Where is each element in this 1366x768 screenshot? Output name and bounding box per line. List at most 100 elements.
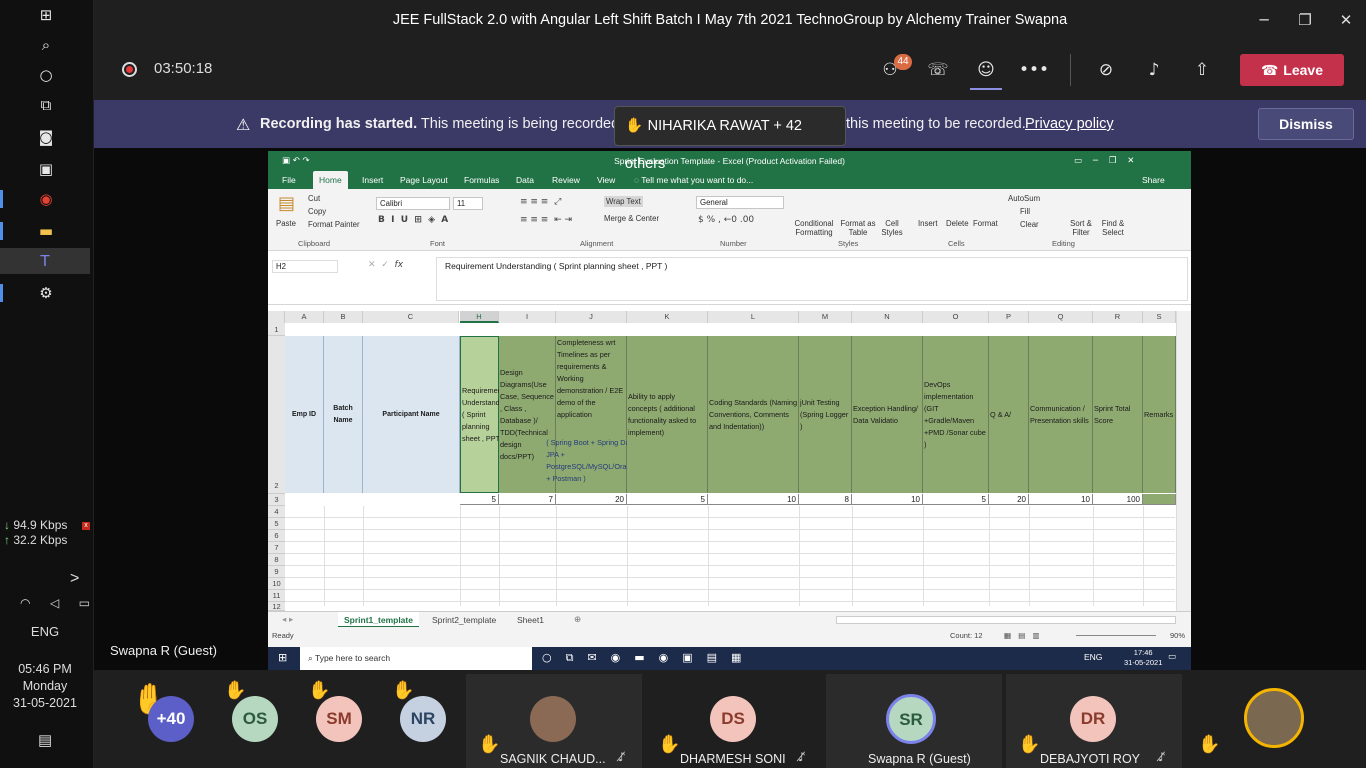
more-actions-icon[interactable]: ••• (1018, 56, 1050, 84)
column-header[interactable]: L (708, 311, 799, 323)
worksheet-grid[interactable]: A B C H I J K L M N O P Q R S 1 2 3 4 5 (268, 311, 1191, 611)
column-header[interactable]: Q (1029, 311, 1093, 323)
share-screen-icon[interactable]: ⇧ (1186, 56, 1218, 84)
tab-file[interactable]: File (282, 171, 296, 189)
header-cell[interactable]: Communication / Presentation skills (1029, 336, 1093, 493)
row-header[interactable]: 9 (268, 566, 285, 578)
font-size-select[interactable]: 11 (453, 197, 483, 210)
column-header[interactable]: H (460, 311, 499, 323)
formula-input[interactable]: Requirement Understanding ( Sprint plann… (436, 257, 1188, 301)
camera-off-icon[interactable]: ⊘ (1090, 56, 1122, 84)
cut-button[interactable]: Cut (308, 194, 320, 203)
column-header[interactable]: K (627, 311, 708, 323)
row-header[interactable]: 8 (268, 554, 285, 566)
header-cell-selected[interactable]: Requirement Understanding ( Sprint plann… (460, 336, 509, 493)
score-cell[interactable]: 5 (923, 494, 989, 505)
participant-avatar[interactable]: OS (232, 696, 278, 742)
copy-button[interactable]: Copy (308, 207, 326, 216)
column-header[interactable]: N (852, 311, 923, 323)
leave-button[interactable]: ☎ Leave (1240, 54, 1344, 86)
window-controls[interactable]: ▭ ─ ❐ ✕ (1074, 151, 1134, 171)
header-cell[interactable]: Batch Name (324, 336, 363, 493)
select-all[interactable] (268, 311, 285, 323)
vertical-scrollbar[interactable] (1176, 311, 1191, 611)
chat-icon[interactable]: ☏ (922, 56, 954, 84)
number-icons[interactable]: $ % , ←0 .00 (698, 215, 754, 225)
minimize-icon[interactable]: ─ (1244, 0, 1284, 40)
windows-start-icon[interactable]: ⊞ (278, 651, 287, 664)
sheet-nav-icons[interactable]: ◂ ▸ (282, 612, 293, 628)
mic-off-icon[interactable]: ♪ (1138, 56, 1170, 84)
sort-filter-button[interactable]: Sort & Filter (1066, 219, 1096, 237)
wrap-text-button[interactable]: Wrap Text (604, 196, 643, 207)
conditional-formatting-button[interactable]: Conditional Formatting (792, 219, 836, 237)
column-header[interactable]: M (799, 311, 852, 323)
cell-styles-button[interactable]: Cell Styles (878, 219, 906, 237)
settings-icon[interactable]: ⚙ (30, 280, 62, 306)
insert-cells-button[interactable]: Insert (918, 219, 938, 228)
horizontal-scrollbar[interactable] (836, 616, 1176, 624)
tab-formulas[interactable]: Formulas (464, 171, 499, 189)
chevron-right-icon[interactable]: > (70, 570, 79, 588)
dismiss-button[interactable]: Dismiss (1258, 108, 1354, 140)
close-window-icon[interactable]: ✕ (1326, 0, 1366, 40)
battery-icon[interactable]: ▭ (79, 596, 90, 610)
number-format-select[interactable]: General (696, 196, 784, 209)
header-cell[interactable]: Coding Standards (Naming Conventions, Co… (708, 336, 799, 493)
participant-avatar[interactable]: SM (316, 696, 362, 742)
photos-icon[interactable]: ▣ (30, 156, 62, 182)
win-clock[interactable]: 17:46 31-05-2021 (1124, 648, 1162, 668)
cortana-icon[interactable]: ○ (30, 62, 62, 88)
header-cell[interactable]: Q & A/ (989, 336, 1029, 493)
format-painter-button[interactable]: Format Painter (308, 220, 360, 229)
header-cell[interactable]: Emp ID (285, 336, 324, 493)
row-header[interactable]: 1 (268, 323, 285, 336)
participant-tile[interactable]: SR Swapna R (Guest) (826, 674, 1002, 768)
privacy-policy-link[interactable]: Privacy policy (1025, 100, 1114, 148)
name-box[interactable]: H2 (272, 260, 338, 273)
sheet-tab[interactable]: Sheet1 (517, 612, 544, 628)
row-header[interactable]: 10 (268, 578, 285, 590)
chrome-icon[interactable]: ◉ (30, 186, 62, 212)
header-cell[interactable]: Ability to apply concepts ( additional f… (627, 336, 708, 493)
language-indicator[interactable]: ENG (0, 624, 90, 639)
format-cells-button[interactable]: Format (973, 219, 998, 228)
header-cell[interactable]: Remarks (1143, 336, 1176, 493)
format-as-table-button[interactable]: Format as Table (838, 219, 878, 237)
sheet-tab[interactable]: Sprint2_template (432, 612, 496, 628)
score-cell[interactable]: 5 (627, 494, 708, 505)
fill-button[interactable]: Fill (1020, 207, 1030, 216)
search-icon[interactable]: ⌕ (30, 32, 62, 58)
score-cell[interactable]: 5 (460, 494, 499, 505)
score-cell[interactable]: 7 (499, 494, 556, 505)
volume-icon[interactable]: ◁ (50, 596, 59, 610)
tab-review[interactable]: Review (552, 171, 580, 189)
participant-avatar[interactable]: NR (400, 696, 446, 742)
column-header[interactable]: R (1093, 311, 1143, 323)
header-cell[interactable]: Sprint Total Score (1093, 336, 1143, 493)
notification-icon[interactable]: ▤ (38, 731, 52, 749)
column-header[interactable]: S (1143, 311, 1176, 323)
score-cell[interactable]: 10 (1029, 494, 1093, 505)
align-icons[interactable]: ≡ ≡ ≡ ⤢ (520, 197, 561, 207)
paste-button[interactable]: Paste (276, 219, 296, 228)
column-header[interactable]: P (989, 311, 1029, 323)
column-header[interactable]: I (499, 311, 556, 323)
self-avatar[interactable] (1244, 688, 1304, 748)
align-icons-bottom[interactable]: ≡ ≡ ≡ ⇤ ⇥ (520, 215, 572, 225)
score-cell[interactable]: 20 (989, 494, 1029, 505)
row-header[interactable]: 4 (268, 506, 285, 518)
share-button[interactable]: Share (1142, 171, 1165, 189)
tab-data[interactable]: Data (516, 171, 534, 189)
camera-icon[interactable]: ◙ (30, 124, 62, 150)
row-header[interactable]: 11 (268, 590, 285, 602)
find-select-button[interactable]: Find & Select (1098, 219, 1128, 237)
view-icons[interactable]: ▦ ▤ ▥ (1004, 627, 1040, 645)
score-cell[interactable]: 20 (556, 494, 627, 505)
row-header[interactable]: 3 (268, 494, 285, 506)
clock[interactable]: 05:46 PM Monday 31-05-2021 (0, 661, 90, 712)
row-header[interactable]: 6 (268, 530, 285, 542)
participant-tile[interactable]: ✋ SAGNIK CHAUD... ♪̸ (466, 674, 642, 768)
score-cell[interactable]: 8 (799, 494, 852, 505)
paste-icon[interactable]: ▤ (278, 193, 295, 214)
